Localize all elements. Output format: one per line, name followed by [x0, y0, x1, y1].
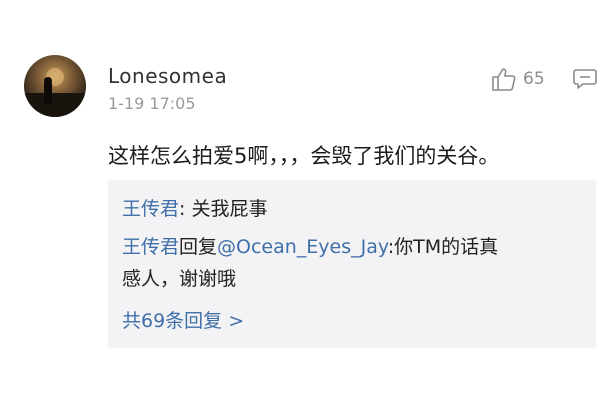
- reply-button[interactable]: [573, 68, 597, 90]
- reply-preview-box[interactable]: 王传君: 关我屁事 王传君回复@Ocean_Eyes_Jay:你TM的话真 感人…: [108, 180, 596, 348]
- reply-author[interactable]: 王传君: [122, 198, 179, 220]
- reply-text: :你TM的话真: [387, 236, 499, 258]
- reply-text: 关我屁事: [191, 198, 268, 220]
- reply-item: 王传君回复@Ocean_Eyes_Jay:你TM的话真: [122, 232, 498, 259]
- username[interactable]: Lonesomea: [108, 64, 227, 88]
- more-replies-label: 共69条回复: [122, 310, 223, 332]
- comment-timestamp: 1-19 17:05: [108, 94, 196, 113]
- reply-mention[interactable]: @Ocean_Eyes_Jay: [217, 236, 388, 258]
- comment-icon: [573, 68, 597, 90]
- reply-author[interactable]: 王传君: [122, 236, 179, 258]
- reply-text-continuation: 感人，谢谢哦: [122, 268, 237, 290]
- chevron-right-icon: >: [228, 310, 245, 332]
- like-count: 65: [523, 69, 545, 89]
- reply-separator: :: [179, 198, 192, 220]
- thumbs-up-icon: [491, 66, 517, 92]
- view-more-replies-link[interactable]: 共69条回复 >: [122, 306, 244, 333]
- reply-word: 回复: [179, 236, 218, 258]
- reply-item: 王传君: 关我屁事: [122, 194, 267, 221]
- avatar[interactable]: [24, 55, 86, 117]
- like-button[interactable]: 65: [491, 66, 545, 92]
- comment-text: 这样怎么拍爱5啊，，，会毁了我们的关谷。: [108, 144, 500, 168]
